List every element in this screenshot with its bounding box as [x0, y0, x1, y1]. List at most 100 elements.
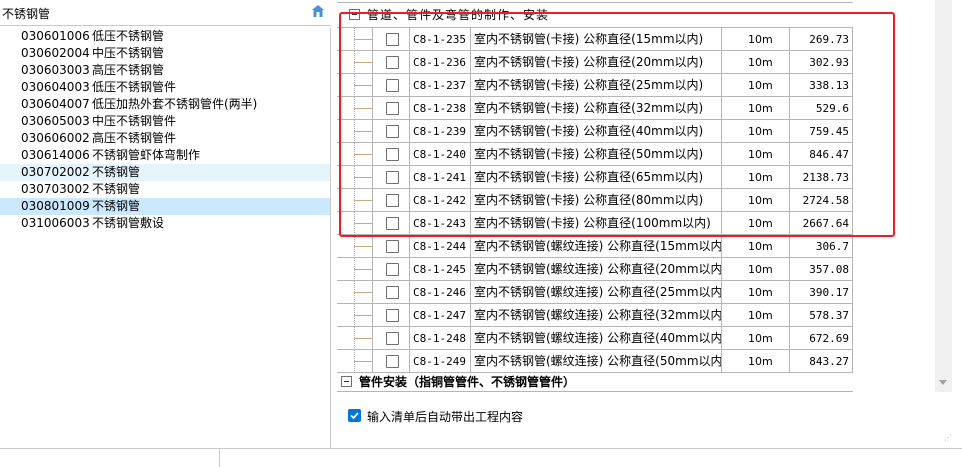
item-name: 高压不锈钢管 [92, 63, 165, 77]
item-code: 030703002 [21, 182, 90, 196]
quota-name: 室内不锈钢管(卡接) 公称直径(65mm以内) [470, 166, 721, 189]
quota-unit: 10m [721, 74, 789, 97]
row-checkbox[interactable] [386, 33, 399, 46]
list-item[interactable]: 030702002 不锈钢管 [0, 164, 330, 181]
item-name: 高压不锈钢管件 [92, 131, 177, 145]
table-row[interactable]: C8-1-239 室内不锈钢管(卡接) 公称直径(40mm以内) 10m 759.45 [337, 120, 853, 143]
collapse-icon[interactable] [341, 376, 352, 387]
tree-line [354, 177, 372, 178]
tree-line [354, 108, 372, 109]
list-item[interactable]: 030604007 低压加热外套不锈钢管件(两半) [0, 96, 330, 113]
list-item[interactable]: 030614006 不锈钢管虾体弯制作 [0, 147, 330, 164]
table-row[interactable]: C8-1-245 室内不锈钢管(螺纹连接) 公称直径(20mm以内) 10m 357.… [337, 258, 853, 281]
auto-include-label: 输入清单后自动带出工程内容 [367, 410, 524, 424]
quota-code: C8-1-248 [409, 327, 470, 350]
list-item[interactable]: 030801009 不锈钢管 [0, 198, 330, 215]
item-name: 低压加热外套不锈钢管件(两半) [92, 97, 258, 111]
table-row[interactable]: C8-1-244 室内不锈钢管(螺纹连接) 公称直径(15mm以内) 10m 306.… [337, 235, 853, 258]
row-checkbox[interactable] [386, 194, 399, 207]
quota-rows: C8-1-235 室内不锈钢管(卡接) 公称直径(15mm以内) 10m 269.73… [337, 28, 853, 373]
list-item[interactable]: 030603003 高压不锈钢管 [0, 62, 330, 79]
quota-name: 室内不锈钢管(卡接) 公称直径(15mm以内) [470, 28, 721, 51]
vertical-scrollbar[interactable] [935, 0, 952, 392]
quota-code: C8-1-247 [409, 304, 470, 327]
table-row[interactable]: C8-1-237 室内不锈钢管(卡接) 公称直径(25mm以内) 10m 338.13 [337, 74, 853, 97]
table-row[interactable]: C8-1-236 室内不锈钢管(卡接) 公称直径(20mm以内) 10m 302.93 [337, 51, 853, 74]
list-item[interactable]: 030602004 中压不锈钢管 [0, 45, 330, 62]
resize-grip-icon[interactable]: ⋰ [944, 433, 954, 443]
quota-name: 室内不锈钢管(螺纹连接) 公称直径(32mm以内) [470, 304, 721, 327]
list-item[interactable]: 031006003 不锈钢管敷设 [0, 215, 330, 232]
list-item[interactable]: 030604003 低压不锈钢管件 [0, 79, 330, 96]
table-row[interactable]: C8-1-249 室内不锈钢管(螺纹连接) 公称直径(50mm以内) 10m 843.… [337, 350, 853, 373]
row-checkbox[interactable] [386, 355, 399, 368]
quota-code: C8-1-240 [409, 143, 470, 166]
tree-line [354, 39, 372, 40]
quota-code: C8-1-243 [409, 212, 470, 235]
quota-name: 室内不锈钢管(螺纹连接) 公称直径(20mm以内) [470, 258, 721, 281]
list-item[interactable]: 030601006 低压不锈钢管 [0, 28, 330, 45]
item-code: 030614006 [21, 148, 90, 162]
collapse-icon[interactable] [349, 9, 360, 20]
scroll-down-icon[interactable] [939, 380, 947, 385]
row-checkbox[interactable] [386, 102, 399, 115]
tree-line [354, 361, 372, 362]
home-icon[interactable] [311, 4, 325, 18]
group-label: 管件安装（指铜管管件、不锈钢管管件） [359, 375, 576, 389]
item-code: 030606002 [21, 131, 90, 145]
row-checkbox[interactable] [386, 286, 399, 299]
left-panel-header: 不锈钢管 [0, 0, 331, 26]
table-row[interactable]: C8-1-235 室内不锈钢管(卡接) 公称直径(15mm以内) 10m 269.73 [337, 28, 853, 51]
group-header-pipe-install[interactable]: 管道、管件及弯管的制作、安装 [337, 0, 853, 28]
row-checkbox[interactable] [386, 263, 399, 276]
group-label: 管道、管件及弯管的制作、安装 [367, 8, 550, 22]
item-code: 030603003 [21, 63, 90, 77]
quota-price: 2667.64 [789, 212, 853, 235]
item-code: 030604003 [21, 80, 90, 94]
list-item[interactable]: 030703002 不锈钢管 [0, 181, 330, 198]
row-checkbox[interactable] [386, 125, 399, 138]
quota-unit: 10m [721, 327, 789, 350]
quota-name: 室内不锈钢管(卡接) 公称直径(80mm以内) [470, 189, 721, 212]
tree-line [354, 269, 372, 270]
quota-price: 672.69 [789, 327, 853, 350]
row-checkbox[interactable] [386, 56, 399, 69]
left-panel: 不锈钢管 030601006 低压不锈钢管 030602004 中压不锈钢管 03060… [0, 0, 331, 448]
list-item[interactable]: 030605003 中压不锈钢管件 [0, 113, 330, 130]
quota-price: 843.27 [789, 350, 853, 373]
row-checkbox[interactable] [386, 171, 399, 184]
tree-line [354, 223, 372, 224]
group-header-fittings[interactable]: 管件安装（指铜管管件、不锈钢管管件） [337, 371, 853, 392]
tree-line [354, 315, 372, 316]
row-checkbox[interactable] [386, 240, 399, 253]
quota-code: C8-1-241 [409, 166, 470, 189]
item-name: 低压不锈钢管件 [92, 80, 177, 94]
quota-unit: 10m [721, 304, 789, 327]
table-row[interactable]: C8-1-243 室内不锈钢管(卡接) 公称直径(100mm以内) 10m 2667.… [337, 212, 853, 235]
table-row[interactable]: C8-1-242 室内不锈钢管(卡接) 公称直径(80mm以内) 10m 2724.5… [337, 189, 853, 212]
row-checkbox[interactable] [386, 332, 399, 345]
item-name: 中压不锈钢管 [92, 46, 165, 60]
row-checkbox[interactable] [386, 217, 399, 230]
row-checkbox[interactable] [386, 148, 399, 161]
table-row[interactable]: C8-1-246 室内不锈钢管(螺纹连接) 公称直径(25mm以内) 10m 390.… [337, 281, 853, 304]
table-row[interactable]: C8-1-240 室内不锈钢管(卡接) 公称直径(50mm以内) 10m 846.47 [337, 143, 853, 166]
quota-code: C8-1-244 [409, 235, 470, 258]
quota-name: 室内不锈钢管(卡接) 公称直径(25mm以内) [470, 74, 721, 97]
list-item[interactable]: 030606002 高压不锈钢管件 [0, 130, 330, 147]
item-name: 不锈钢管 [92, 199, 141, 213]
table-row[interactable]: C8-1-247 室内不锈钢管(螺纹连接) 公称直径(32mm以内) 10m 578.… [337, 304, 853, 327]
row-checkbox[interactable] [386, 309, 399, 322]
row-checkbox[interactable] [386, 79, 399, 92]
table-row[interactable]: C8-1-241 室内不锈钢管(卡接) 公称直径(65mm以内) 10m 2138.7… [337, 166, 853, 189]
tree-line [354, 131, 372, 132]
quota-name: 室内不锈钢管(卡接) 公称直径(50mm以内) [470, 143, 721, 166]
quota-grid: 管道、管件及弯管的制作、安装 C8-1-235 室内不锈钢管(卡接) 公称直径(1… [337, 0, 853, 392]
table-row[interactable]: C8-1-248 室内不锈钢管(螺纹连接) 公称直径(40mm以内) 10m 672.… [337, 327, 853, 350]
tree-line [354, 292, 372, 293]
table-row[interactable]: C8-1-238 室内不锈钢管(卡接) 公称直径(32mm以内) 10m 529.6 [337, 97, 853, 120]
auto-include-checkbox[interactable] [348, 409, 361, 422]
quota-code: C8-1-249 [409, 350, 470, 373]
tree-line [354, 85, 372, 86]
item-code-list[interactable]: 030601006 低压不锈钢管 030602004 中压不锈钢管 030603003 高… [0, 28, 331, 448]
